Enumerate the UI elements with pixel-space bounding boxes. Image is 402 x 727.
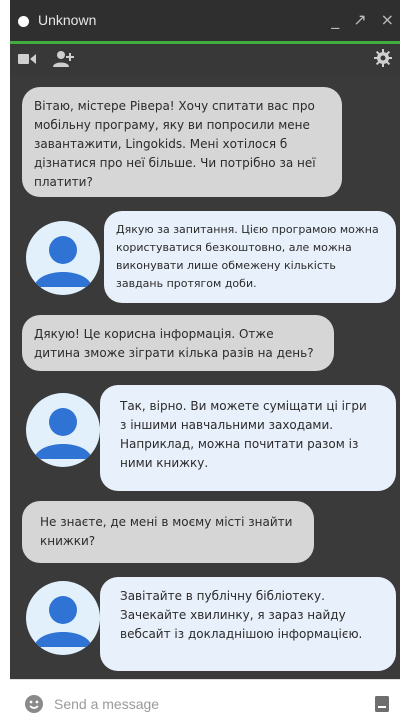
title-bar: Unknown _ ↗ × xyxy=(10,0,400,44)
attach-icon[interactable] xyxy=(374,695,390,713)
message-bubble-outgoing: Дякую за запитання. Цією програмою можна… xyxy=(104,211,396,303)
status-dot-icon xyxy=(18,16,29,27)
message-text: Не знаєте, де мені в моєму місті знайти … xyxy=(40,515,293,548)
popout-button[interactable]: ↗ xyxy=(353,10,366,30)
avatar xyxy=(26,221,100,295)
video-icon[interactable] xyxy=(18,53,36,65)
message-bubble-incoming: Дякую! Це корисна інформація. Отже дитин… xyxy=(22,315,334,371)
message-bubble-incoming: Не знаєте, де мені в моєму місті знайти … xyxy=(22,501,314,563)
chat-window: Unknown _ ↗ × Вітаю, містере Рівера! Хоч… xyxy=(10,0,400,727)
message-bubble-outgoing: Так, вірно. Ви можете суміщати ці ігри з… xyxy=(100,385,396,491)
message-bubble-incoming: Вітаю, містере Рівера! Хочу спитати вас … xyxy=(22,87,342,197)
toolbar xyxy=(10,44,400,75)
message-bubble-outgoing: Завітайте в публічну бібліотеку. Зачекай… xyxy=(100,577,396,671)
add-person-icon[interactable] xyxy=(52,49,74,69)
message-text: Вітаю, містере Рівера! Хочу спитати вас … xyxy=(34,99,316,189)
close-button[interactable]: × xyxy=(381,10,394,30)
message-text: Дякую за запитання. Цією програмою можна… xyxy=(116,223,379,290)
emoji-icon[interactable] xyxy=(24,694,44,714)
message-text: Завітайте в публічну бібліотеку. Зачекай… xyxy=(120,589,363,641)
message-composer xyxy=(10,679,400,727)
avatar xyxy=(26,393,100,467)
window-title: Unknown xyxy=(38,12,97,28)
avatar xyxy=(26,581,100,655)
message-text: Дякую! Це корисна інформація. Отже дитин… xyxy=(34,327,314,360)
message-input[interactable] xyxy=(54,692,354,716)
message-list[interactable]: Вітаю, містере Рівера! Хочу спитати вас … xyxy=(10,75,400,679)
window-controls: _ ↗ × xyxy=(331,10,394,30)
settings-icon[interactable] xyxy=(374,49,392,67)
minimize-button[interactable]: _ xyxy=(331,10,339,30)
message-text: Так, вірно. Ви можете суміщати ці ігри з… xyxy=(120,399,367,470)
